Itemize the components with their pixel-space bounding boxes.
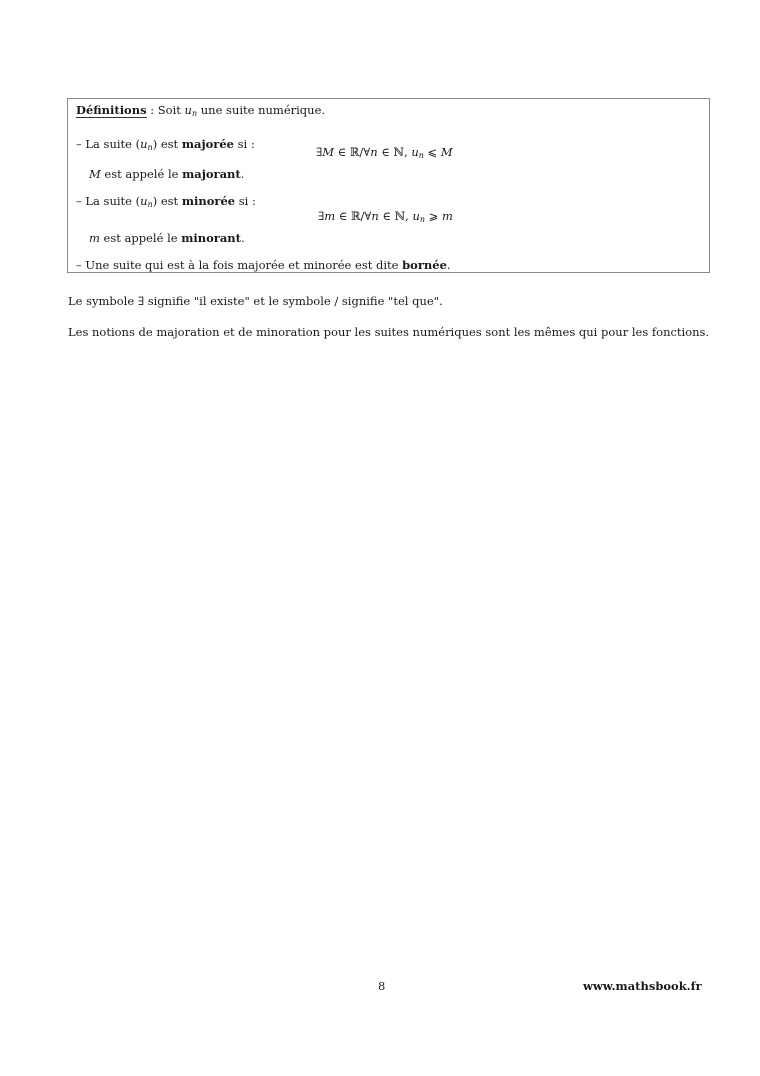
item-majoree: – La suite (un) est majorée si :	[76, 137, 255, 152]
keyword-majorant: majorant	[182, 167, 241, 181]
note-minorant: m est appelé le minorant.	[89, 231, 245, 245]
formula-majoree: ∃M ∈ ℝ/∀n ∈ ℕ, un ⩽ M	[316, 145, 453, 160]
item-bornee: – Une suite qui est à la fois majorée et…	[76, 258, 451, 272]
keyword-bornee: bornée	[402, 258, 447, 272]
keyword-minorant: minorant	[181, 231, 241, 245]
definition-title: Définitions	[76, 103, 147, 118]
formula-minoree: ∃m ∈ ℝ/∀n ∈ ℕ, un ⩾ m	[318, 209, 453, 224]
paragraph-symbols: Le symbole ∃ signifie "il existe" et le …	[68, 294, 443, 308]
definition-box: Définitions : Soit un une suite numériqu…	[67, 98, 710, 273]
keyword-minoree: minorée	[181, 194, 236, 208]
item-minoree: – La suite (un) est minorée si :	[76, 194, 256, 209]
note-majorant: M est appelé le majorant.	[89, 167, 245, 181]
footer-url[interactable]: www.mathsbook.fr	[583, 979, 702, 993]
definition-intro: Définitions : Soit un une suite numériqu…	[76, 103, 326, 118]
paragraph-notions: Les notions de majoration et de minorati…	[68, 325, 710, 339]
keyword-majoree: majorée	[181, 137, 234, 151]
page-number: 8	[378, 979, 386, 993]
